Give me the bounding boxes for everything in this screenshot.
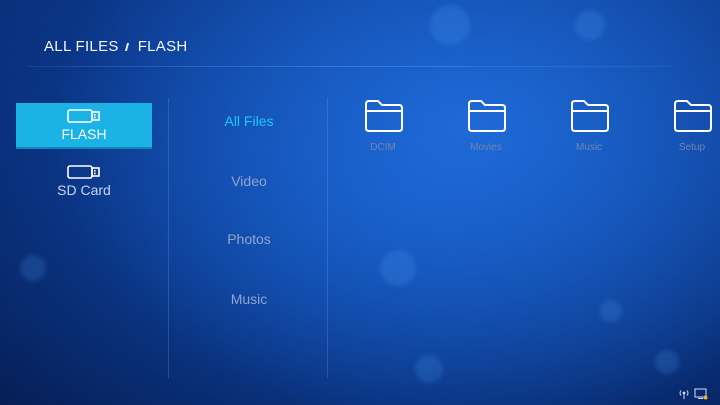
bokeh-light [600, 300, 622, 322]
category-photos[interactable]: Photos [170, 224, 328, 254]
folder-icon [674, 100, 712, 132]
folder-icon [571, 100, 609, 132]
breadcrumb: ALL FILES FLASH [44, 38, 188, 55]
bokeh-light [430, 5, 470, 45]
column-divider [168, 98, 169, 378]
bokeh-light [380, 250, 416, 286]
device-label: SD Card [57, 181, 111, 198]
file-item[interactable]: Setup [664, 98, 720, 153]
bokeh-light [415, 355, 443, 383]
file-name: Movies [470, 142, 502, 153]
device-list: FLASH SD Card [16, 103, 152, 215]
status-bar [678, 388, 708, 400]
screen-record-icon [694, 388, 708, 400]
header-divider [28, 66, 672, 67]
category-list: All Files Video Photos Music [170, 106, 328, 314]
folder-icon [468, 100, 506, 132]
file-name: DCIM [370, 142, 396, 153]
folder-icon [365, 100, 403, 132]
device-label: FLASH [61, 125, 107, 142]
breadcrumb-current: FLASH [137, 38, 188, 55]
file-grid: DCIM Movies Music Setup [355, 98, 720, 153]
bokeh-light [20, 255, 46, 281]
network-icon [679, 390, 689, 399]
category-video[interactable]: Video [170, 166, 328, 196]
device-sd-card[interactable]: SD Card [16, 159, 152, 203]
device-flash[interactable]: FLASH [16, 103, 152, 147]
bokeh-light [655, 350, 679, 374]
breadcrumb-separator-icon [124, 42, 132, 51]
breadcrumb-root[interactable]: ALL FILES [44, 38, 119, 55]
file-item[interactable]: Movies [458, 98, 561, 153]
category-all-files[interactable]: All Files [170, 106, 328, 136]
bokeh-light [575, 10, 605, 40]
file-item[interactable]: DCIM [355, 98, 458, 153]
file-name: Setup [678, 142, 706, 153]
category-music[interactable]: Music [170, 284, 328, 314]
usb-drive-icon [67, 108, 100, 123]
usb-drive-icon [67, 164, 100, 179]
file-item[interactable]: Music [561, 98, 664, 153]
file-name: Music [575, 142, 603, 153]
column-divider [327, 98, 328, 378]
